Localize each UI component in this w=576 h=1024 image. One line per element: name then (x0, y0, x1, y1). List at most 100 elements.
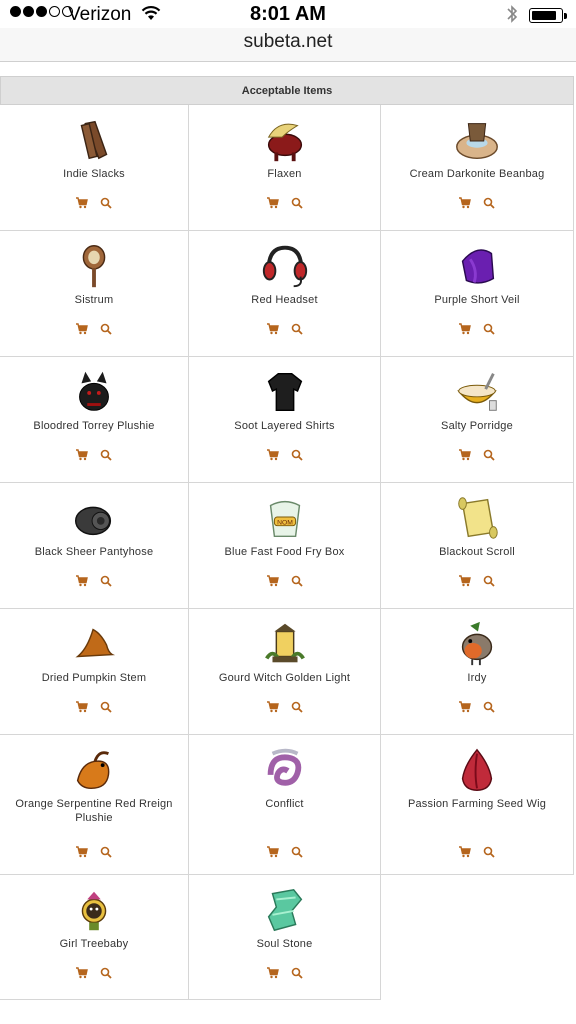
item-actions (0, 845, 188, 858)
brown-slacks-icon[interactable] (68, 115, 120, 165)
pumpkin-stem-icon[interactable] (68, 619, 120, 669)
search-icon[interactable] (291, 322, 303, 335)
item-name: Purple Short Veil (434, 294, 520, 306)
item-name: Girl Treebaby (59, 938, 129, 950)
green-crystal-icon[interactable] (259, 885, 311, 935)
shop-cart-icon[interactable] (266, 700, 279, 713)
shop-cart-icon[interactable] (76, 845, 88, 858)
search-icon[interactable] (483, 448, 495, 461)
search-icon[interactable] (291, 845, 303, 858)
porridge-bowl-icon[interactable] (451, 367, 503, 417)
beanbag-icon[interactable] (451, 115, 503, 165)
item-name: Flaxen (267, 168, 302, 180)
search-icon[interactable] (483, 196, 495, 209)
shop-cart-icon[interactable] (76, 448, 88, 461)
shop-cart-icon[interactable] (76, 700, 88, 713)
item-cell: Cream Darkonite Beanbag (381, 105, 574, 231)
item-cell: Conflict (189, 735, 381, 875)
shop-cart-icon[interactable] (266, 966, 279, 979)
shop-cart-icon[interactable] (76, 574, 88, 587)
item-name: Blue Fast Food Fry Box (224, 546, 345, 558)
item-cell: Sistrum (0, 231, 189, 357)
search-icon[interactable] (291, 700, 303, 713)
item-cell: NOM Blue Fast Food Fry Box (189, 483, 381, 609)
search-icon[interactable] (291, 448, 303, 461)
shop-cart-icon[interactable] (459, 196, 471, 209)
item-actions (381, 574, 573, 587)
shop-cart-icon[interactable] (459, 845, 471, 858)
item-name: Irdy (467, 672, 487, 684)
item-name: Indie Slacks (63, 168, 125, 180)
item-cell: Dried Pumpkin Stem (0, 609, 189, 735)
item-cell: Passion Farming Seed Wig (381, 735, 574, 875)
sistrum-rattle-icon[interactable] (68, 241, 120, 291)
shop-cart-icon[interactable] (266, 574, 279, 587)
item-name: Blackout Scroll (439, 546, 515, 558)
item-name: Soul Stone (256, 938, 313, 950)
item-name: Bloodred Torrey Plushie (33, 420, 155, 432)
search-icon[interactable] (100, 700, 112, 713)
shop-cart-icon[interactable] (459, 700, 471, 713)
scroll-icon[interactable] (451, 493, 503, 543)
shop-cart-icon[interactable] (459, 574, 471, 587)
shop-cart-icon[interactable] (459, 448, 471, 461)
search-icon[interactable] (291, 966, 303, 979)
item-name: Conflict (265, 798, 304, 810)
item-cell: Flaxen (189, 105, 381, 231)
robin-bird-icon[interactable] (451, 619, 503, 669)
shop-cart-icon[interactable] (76, 196, 88, 209)
black-plushie-icon[interactable] (68, 367, 120, 417)
red-horse-pet-icon[interactable] (259, 115, 311, 165)
shop-cart-icon[interactable] (459, 322, 471, 335)
item-cell: Purple Short Veil (381, 231, 574, 357)
search-icon[interactable] (100, 322, 112, 335)
search-icon[interactable] (100, 448, 112, 461)
status-bar: Verizon 8:01 AM (0, 0, 576, 28)
black-shirt-icon[interactable] (259, 367, 311, 417)
treebaby-icon[interactable] (68, 885, 120, 935)
search-icon[interactable] (483, 845, 495, 858)
item-actions (0, 700, 188, 713)
item-actions (381, 196, 573, 209)
search-icon[interactable] (483, 700, 495, 713)
red-seed-wig-icon[interactable] (451, 745, 503, 795)
shop-cart-icon[interactable] (76, 322, 88, 335)
item-cell: Black Sheer Pantyhose (0, 483, 189, 609)
search-icon[interactable] (100, 196, 112, 209)
search-icon[interactable] (100, 966, 112, 979)
orange-dragon-plushie-icon[interactable] (68, 745, 120, 795)
item-name: Red Headset (251, 294, 318, 306)
item-name: Cream Darkonite Beanbag (409, 168, 545, 180)
item-actions (189, 966, 380, 979)
item-cell: Orange Serpentine Red Rreign Plushie (0, 735, 189, 875)
url-bar[interactable]: subeta.net (0, 28, 576, 62)
shop-cart-icon[interactable] (266, 322, 279, 335)
swirl-creature-icon[interactable] (259, 745, 311, 795)
search-icon[interactable] (100, 845, 112, 858)
item-actions (0, 196, 188, 209)
shop-cart-icon[interactable] (266, 448, 279, 461)
search-icon[interactable] (100, 574, 112, 587)
headset-icon[interactable] (259, 241, 311, 291)
table-header: Acceptable Items (0, 76, 574, 105)
item-cell: Gourd Witch Golden Light (189, 609, 381, 735)
items-grid: Indie Slacks Flaxen Cream Darkonite Beanba… (0, 105, 576, 1000)
pantyhose-roll-icon[interactable] (68, 493, 120, 543)
item-cell: Salty Porridge (381, 357, 574, 483)
search-icon[interactable] (291, 574, 303, 587)
shop-cart-icon[interactable] (76, 966, 88, 979)
purple-veil-icon[interactable] (451, 241, 503, 291)
search-icon[interactable] (483, 322, 495, 335)
item-actions (189, 700, 380, 713)
shop-cart-icon[interactable] (266, 845, 279, 858)
item-actions (0, 966, 188, 979)
item-actions (189, 574, 380, 587)
lantern-icon[interactable] (259, 619, 311, 669)
search-icon[interactable] (483, 574, 495, 587)
search-icon[interactable] (291, 196, 303, 209)
item-cell: Indie Slacks (0, 105, 189, 231)
fry-box-icon[interactable]: NOM (259, 493, 311, 543)
item-actions (189, 845, 380, 858)
item-actions (381, 448, 573, 461)
shop-cart-icon[interactable] (266, 196, 279, 209)
